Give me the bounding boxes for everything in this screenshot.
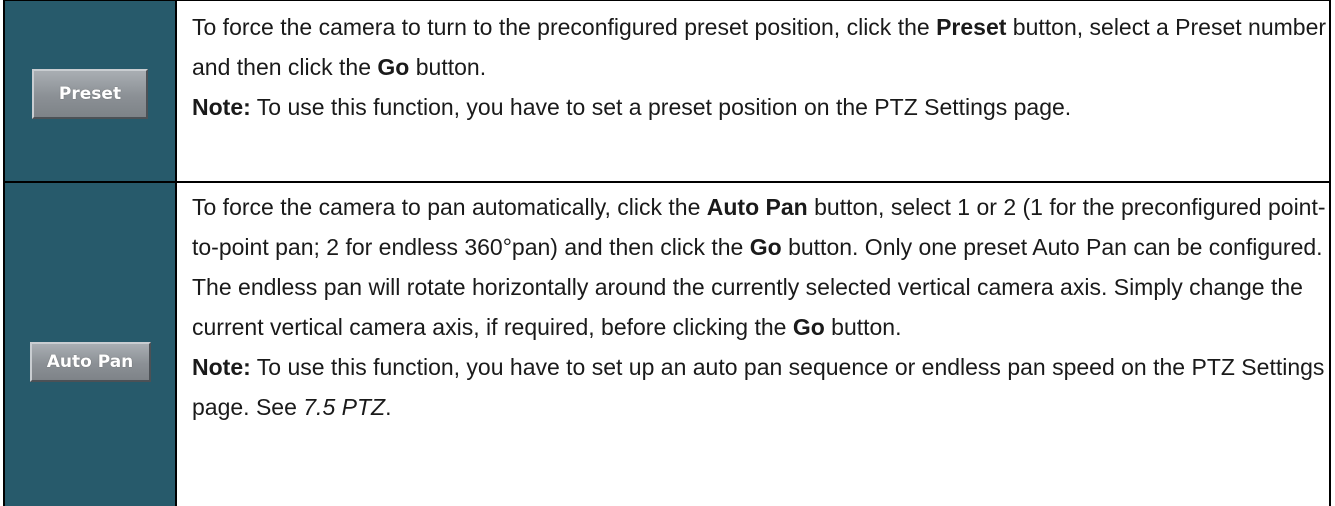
auto-pan-description: To force the camera to pan automatically… bbox=[192, 194, 1326, 340]
auto-pan-button[interactable]: Auto Pan bbox=[29, 341, 151, 382]
section-reference: 7.5 PTZ bbox=[303, 394, 386, 420]
auto-pan-note: Note: To use this function, you have to … bbox=[192, 354, 1325, 420]
table-row-preset: Preset To force the camera to turn to th… bbox=[5, 1, 1329, 183]
description-cell-auto-pan: To force the camera to pan automatically… bbox=[177, 183, 1329, 506]
feature-table: Preset To force the camera to turn to th… bbox=[3, 0, 1331, 506]
preset-button[interactable]: Preset bbox=[32, 69, 148, 119]
preset-description: To force the camera to turn to the preco… bbox=[192, 14, 1327, 80]
preset-note: Note: To use this function, you have to … bbox=[192, 94, 1072, 120]
table-row-auto-pan: Auto Pan To force the camera to pan auto… bbox=[5, 183, 1329, 506]
description-cell-preset: To force the camera to turn to the preco… bbox=[177, 1, 1329, 181]
icon-cell-auto-pan: Auto Pan bbox=[5, 183, 177, 506]
icon-cell-preset: Preset bbox=[5, 1, 177, 181]
